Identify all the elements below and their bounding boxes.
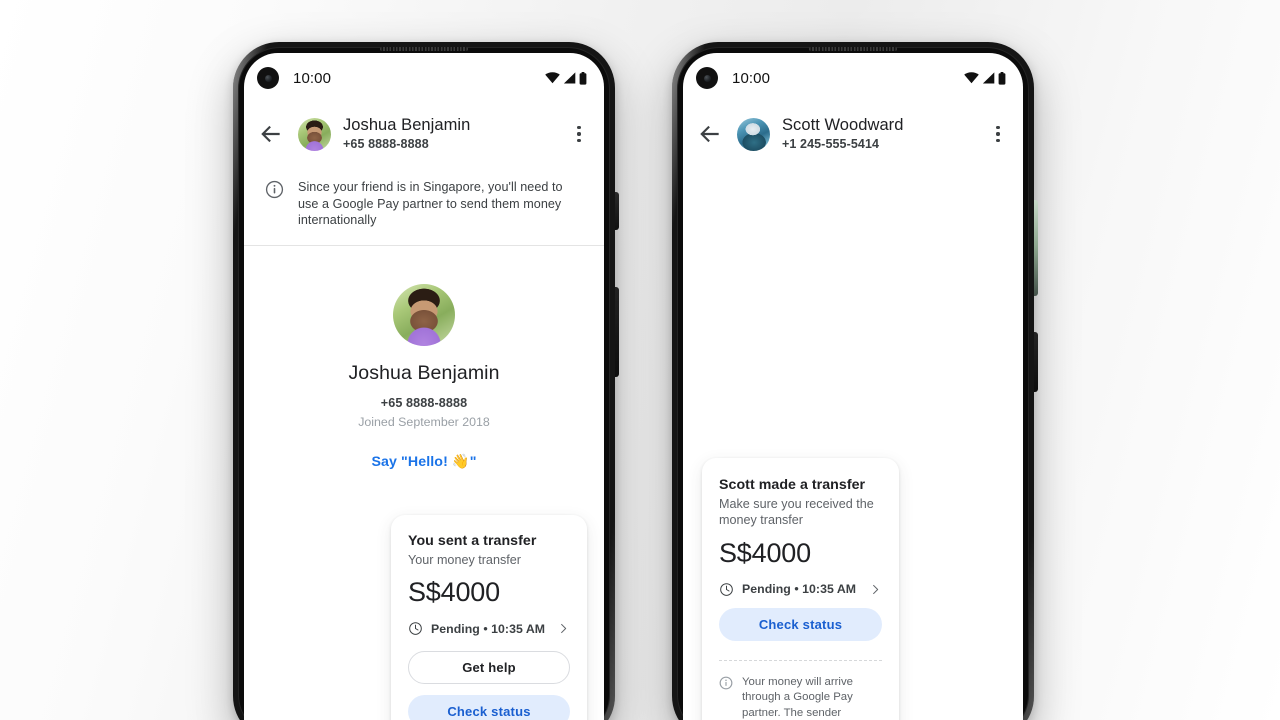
- card-title-right: Scott made a transfer: [719, 477, 866, 493]
- card-title-left: You sent a transfer: [408, 533, 537, 549]
- contact-phone-right: +1 245-555-5414: [782, 137, 880, 152]
- info-icon-banner: [265, 180, 284, 199]
- more-options-icon-right[interactable]: [989, 124, 1007, 144]
- wifi-icon-right: [964, 72, 979, 84]
- avatar-joshua[interactable]: [298, 117, 331, 151]
- transfer-card-right: Scott made a transfer Make sure you rece…: [702, 458, 899, 720]
- get-help-button[interactable]: Get help: [408, 651, 570, 685]
- back-arrow-icon[interactable]: [258, 121, 284, 147]
- phone-left: 10:00 Joshua Benjamin +65 8888-8888 Sinc…: [233, 42, 619, 720]
- profile-avatar-joshua: [393, 283, 455, 346]
- clock-icon-left: [409, 622, 422, 636]
- phone-right: 10:00 Scott Woodward +1 245-555-5414 Sco…: [672, 42, 1038, 720]
- say-hello-link[interactable]: Say "Hello! 👋": [244, 454, 604, 470]
- status-time: 10:00: [293, 69, 332, 87]
- volume-button-right-phone[interactable]: [1034, 332, 1038, 392]
- volume-button-left-phone[interactable]: [615, 192, 619, 230]
- front-camera-icon: [257, 67, 279, 89]
- card-amount-left: S$4000: [408, 577, 500, 608]
- screen-left: 10:00 Joshua Benjamin +65 8888-8888 Sinc…: [244, 53, 604, 720]
- earpiece-grille-right: [809, 47, 897, 51]
- card-note-text: Your money will arrive through a Google …: [742, 675, 853, 719]
- cellular-signal-icon: [563, 72, 576, 84]
- back-arrow-icon-right[interactable]: [697, 121, 723, 147]
- card-amount-right: S$4000: [719, 537, 811, 568]
- card-status-text-right: Pending • 10:35 AM: [742, 582, 857, 597]
- screen-right: 10:00 Scott Woodward +1 245-555-5414 Sco…: [683, 53, 1023, 720]
- transfer-card-left: You sent a transfer Your money transfer …: [391, 515, 587, 720]
- contact-name-right: Scott Woodward: [782, 115, 904, 134]
- card-status-text-left: Pending • 10:35 AM: [431, 621, 546, 636]
- profile-block-left: Joshua Benjamin +65 8888-8888 Joined Sep…: [244, 246, 604, 470]
- power-button-right-phone[interactable]: [1034, 200, 1038, 296]
- chevron-right-icon-left[interactable]: [557, 622, 570, 635]
- info-banner-left: Since your friend is in Singapore, you'l…: [244, 165, 604, 245]
- card-subtitle-left: Your money transfer: [408, 553, 521, 567]
- avatar-scott[interactable]: [737, 117, 770, 151]
- earpiece-grille: [380, 47, 468, 51]
- info-banner-text: Since your friend is in Singapore, you'l…: [298, 180, 563, 228]
- more-options-icon-left[interactable]: [570, 124, 588, 144]
- check-status-button-right[interactable]: Check status: [719, 607, 882, 641]
- status-bar-left: 10:00: [244, 53, 604, 103]
- clock-icon-right: [720, 582, 733, 596]
- profile-joined: Joined September 2018: [358, 414, 490, 429]
- status-time-right: 10:00: [732, 69, 771, 87]
- info-icon-note: [719, 676, 733, 690]
- cellular-signal-icon-right: [982, 72, 995, 84]
- check-status-button-left[interactable]: Check status: [408, 695, 570, 720]
- battery-icon-right: [998, 71, 1006, 85]
- card-dashed-divider: [719, 659, 882, 661]
- app-bar-right: Scott Woodward +1 245-555-5414: [683, 103, 1023, 165]
- card-status-row-left[interactable]: Pending • 10:35 AM: [408, 621, 570, 636]
- card-status-row-right[interactable]: Pending • 10:35 AM: [719, 582, 882, 597]
- status-bar-right: 10:00: [683, 53, 1023, 103]
- profile-phone: +65 8888-8888: [380, 395, 468, 410]
- battery-icon: [579, 71, 587, 85]
- wifi-icon: [545, 72, 560, 84]
- app-bar-left: Joshua Benjamin +65 8888-8888: [244, 103, 604, 165]
- card-subtitle-right: Make sure you received the money transfe…: [719, 497, 874, 528]
- power-button-left-phone[interactable]: [615, 287, 619, 377]
- front-camera-icon-right: [696, 67, 718, 89]
- chevron-right-icon-right[interactable]: [869, 583, 882, 596]
- profile-name: Joshua Benjamin: [348, 361, 500, 384]
- contact-name-left: Joshua Benjamin: [343, 115, 471, 134]
- contact-phone-left: +65 8888-8888: [343, 137, 429, 152]
- card-note-right: Your money will arrive through a Google …: [719, 675, 882, 720]
